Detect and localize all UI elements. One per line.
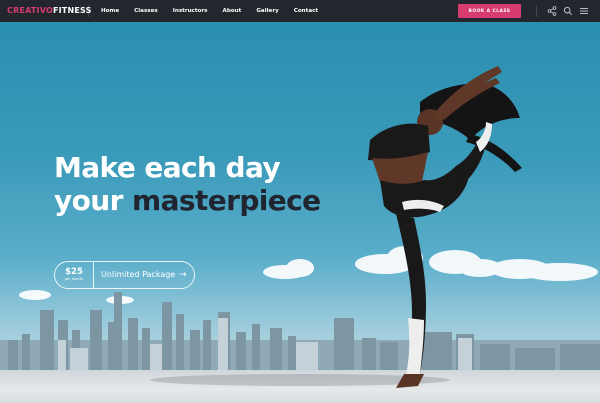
logo-part2: FITNESS bbox=[52, 6, 92, 15]
hero-section: Make each day your masterpiece $25 per m… bbox=[0, 22, 600, 403]
book-class-button[interactable]: BOOK A CLASS bbox=[458, 4, 521, 18]
nav-contact[interactable]: Contact bbox=[294, 0, 318, 22]
nav-home[interactable]: Home bbox=[101, 0, 119, 22]
nav-classes[interactable]: Classes bbox=[134, 0, 158, 22]
nav-instructors[interactable]: Instructors bbox=[173, 0, 208, 22]
headline-line-2-white: your bbox=[54, 184, 123, 217]
package-separator bbox=[93, 262, 94, 288]
search-icon[interactable] bbox=[563, 6, 573, 16]
header-divider bbox=[88, 5, 89, 17]
headline-line-2-dark: masterpiece bbox=[132, 184, 321, 217]
hero-headline: Make each day your masterpiece bbox=[54, 151, 321, 217]
menu-icon[interactable] bbox=[579, 6, 589, 16]
arrow-right-icon: → bbox=[179, 270, 187, 280]
package-amount: $25 bbox=[65, 267, 83, 277]
package-price: $25 per month bbox=[55, 262, 93, 288]
main-nav: Home Classes Instructors About Gallery C… bbox=[101, 0, 333, 22]
package-button[interactable]: $25 per month Unlimited Package → bbox=[54, 261, 195, 289]
site-header: CREATIVOFITNESS Home Classes Instructors… bbox=[0, 0, 600, 22]
headline-line-1: Make each day bbox=[54, 151, 281, 184]
logo-part1: CREATIVO bbox=[7, 6, 53, 15]
logo[interactable]: CREATIVOFITNESS bbox=[7, 5, 92, 17]
package-period: per month bbox=[64, 277, 84, 281]
headline-line-2: your masterpiece bbox=[54, 184, 321, 217]
header-divider-right bbox=[536, 5, 537, 17]
package-name: Unlimited Package bbox=[101, 270, 176, 279]
nav-gallery[interactable]: Gallery bbox=[256, 0, 278, 22]
share-icon[interactable] bbox=[547, 6, 557, 16]
page: CREATIVOFITNESS Home Classes Instructors… bbox=[0, 0, 600, 403]
nav-about[interactable]: About bbox=[222, 0, 241, 22]
